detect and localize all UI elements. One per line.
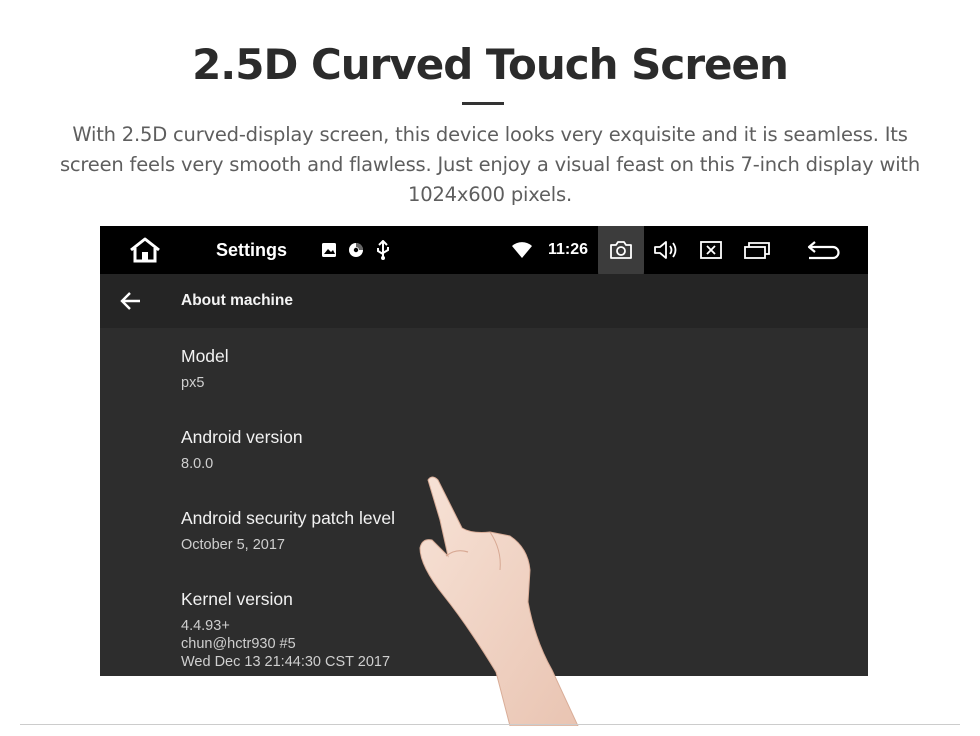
recent-apps-icon[interactable]: [742, 239, 772, 261]
kernel-line: Wed Dec 13 21:44:30 CST 2017: [181, 654, 391, 670]
return-icon[interactable]: [804, 238, 842, 262]
item-value: px5: [181, 375, 205, 391]
app-title: Settings: [216, 239, 288, 260]
image-icon: [320, 241, 338, 259]
pointing-hand-image: [419, 476, 579, 726]
close-box-icon[interactable]: [698, 239, 724, 261]
item-value: 8.0.0: [181, 456, 214, 472]
list-item-kernel-version[interactable]: Kernel version 4.4.93+ chun@hctr930 #5 W…: [181, 589, 390, 671]
kernel-line: chun@hctr930 #5: [181, 636, 296, 652]
camera-icon[interactable]: [608, 238, 634, 262]
volume-icon[interactable]: [652, 238, 680, 262]
description: With 2.5D curved-display screen, this de…: [59, 123, 921, 206]
disc-icon: [347, 241, 365, 259]
list-item-model[interactable]: Model px5: [181, 346, 229, 392]
kernel-line: 4.4.93+: [181, 618, 230, 634]
wifi-icon: [510, 240, 534, 260]
clock: 11:26: [548, 241, 589, 258]
page-title: About machine: [181, 292, 293, 309]
arrow-left-icon[interactable]: [118, 288, 144, 314]
app-bar: About machine: [100, 274, 868, 328]
headline-underline: [462, 102, 504, 105]
item-label: Android version: [181, 427, 303, 447]
list-item-security-patch[interactable]: Android security patch level October 5, …: [181, 508, 395, 554]
item-label: Android security patch level: [181, 508, 395, 528]
usb-icon: [374, 240, 392, 260]
item-value-lines: 4.4.93+ chun@hctr930 #5 Wed Dec 13 21:44…: [181, 617, 390, 671]
home-icon[interactable]: [126, 234, 164, 266]
headline: 2.5D Curved Touch Screen: [192, 40, 789, 89]
status-bar: Settings 11:26: [100, 226, 868, 282]
list-item-android-version[interactable]: Android version 8.0.0: [181, 427, 303, 473]
item-label: Model: [181, 346, 229, 366]
bottom-divider: [20, 724, 960, 725]
item-value: October 5, 2017: [181, 537, 285, 553]
item-label: Kernel version: [181, 589, 293, 609]
